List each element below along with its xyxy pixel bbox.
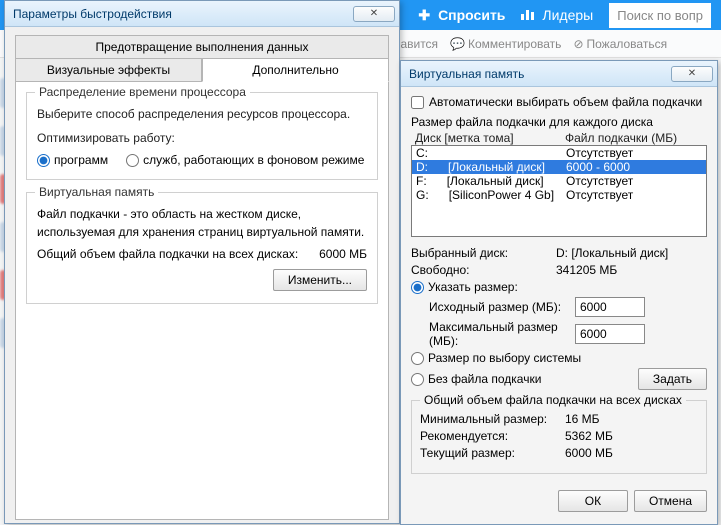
- drive-list[interactable]: C: Отсутствует D: [Локальный диск] 6000 …: [411, 145, 707, 237]
- tab-visual-effects[interactable]: Визуальные эффекты: [15, 59, 202, 82]
- max-size-label: Максимальный размер (МБ):: [411, 320, 569, 348]
- vm-dialog-titlebar: Виртуальная память ✕: [401, 61, 717, 87]
- drive-row[interactable]: C: Отсутствует: [412, 146, 706, 160]
- rec-size-label: Рекомендуется:: [420, 429, 565, 443]
- drive-row[interactable]: F: [Локальный диск] Отсутствует: [412, 174, 706, 188]
- search-input[interactable]: Поиск по вопр: [609, 3, 711, 28]
- vm-group-legend: Виртуальная память: [35, 185, 158, 199]
- bars-icon: [521, 10, 534, 20]
- col-pagefile: Файл подкачки (МБ): [561, 131, 707, 145]
- drive-row[interactable]: D: [Локальный диск] 6000 - 6000: [412, 160, 706, 174]
- total-group: Общий объем файла подкачки на всех диска…: [411, 400, 707, 474]
- radio-custom-size[interactable]: Указать размер:: [411, 280, 518, 294]
- radio-programs[interactable]: программ: [37, 153, 108, 167]
- cpu-scheduling-group: Распределение времени процессора Выберит…: [26, 92, 378, 180]
- free-space-label: Свободно:: [411, 263, 556, 277]
- selected-drive-value: D: [Локальный диск]: [556, 246, 707, 260]
- advanced-panel: Распределение времени процессора Выберит…: [15, 82, 389, 520]
- col-drive: Диск [метка тома]: [411, 131, 561, 145]
- cur-size-value: 6000 МБ: [565, 446, 698, 460]
- ok-button[interactable]: ОК: [558, 490, 628, 512]
- initial-size-label: Исходный размер (МБ):: [411, 300, 569, 314]
- leaders-button[interactable]: Лидеры: [513, 3, 601, 27]
- vm-total-value: 6000 МБ: [319, 247, 367, 261]
- min-size-value: 16 МБ: [565, 412, 698, 426]
- cpu-desc: Выберите способ распределения ресурсов п…: [37, 107, 367, 121]
- cpu-group-legend: Распределение времени процессора: [35, 85, 250, 99]
- virtual-memory-group: Виртуальная память Файл подкачки - это о…: [26, 192, 378, 304]
- tab-dep[interactable]: Предотвращение выполнения данных: [15, 35, 389, 59]
- report-action[interactable]: ⊘ Пожаловаться: [573, 37, 667, 51]
- free-space-value: 341205 МБ: [556, 263, 707, 277]
- radio-services-input[interactable]: [126, 154, 139, 167]
- plus-icon: [418, 7, 434, 24]
- radio-services[interactable]: служб, работающих в фоновом режиме: [126, 153, 364, 167]
- drive-list-header: Диск [метка тома] Файл подкачки (МБ): [411, 131, 707, 145]
- ask-button[interactable]: Спросить: [410, 3, 513, 28]
- cancel-button[interactable]: Отмена: [634, 490, 707, 512]
- radio-system-input[interactable]: [411, 352, 424, 365]
- cur-size-label: Текущий размер:: [420, 446, 565, 460]
- leaders-label: Лидеры: [542, 7, 593, 23]
- optimize-label: Оптимизировать работу:: [37, 131, 367, 145]
- ask-label: Спросить: [438, 7, 505, 23]
- radio-none-input[interactable]: [411, 373, 424, 386]
- vm-close-button[interactable]: ✕: [671, 66, 713, 82]
- comment-action[interactable]: 💬 Комментировать: [450, 37, 561, 51]
- drive-row[interactable]: G: [SiliconPower 4 Gb] Отсутствует: [412, 188, 706, 202]
- close-icon: ✕: [688, 68, 696, 79]
- radio-system-size[interactable]: Размер по выбору системы: [411, 351, 581, 365]
- auto-manage-checkbox[interactable]: [411, 96, 424, 109]
- close-icon: ✕: [370, 8, 378, 19]
- selected-drive-label: Выбранный диск:: [411, 246, 556, 260]
- performance-options-dialog: Параметры быстродействия ✕ Предотвращени…: [4, 0, 400, 524]
- initial-size-input[interactable]: [575, 297, 645, 317]
- radio-no-pagefile[interactable]: Без файла подкачки: [411, 372, 541, 386]
- radio-custom-input[interactable]: [411, 281, 424, 294]
- virtual-memory-dialog: Виртуальная память ✕ Автоматически выбир…: [400, 60, 718, 525]
- rec-size-value: 5362 МБ: [565, 429, 698, 443]
- min-size-label: Минимальный размер:: [420, 412, 565, 426]
- vm-desc-line1: Файл подкачки - это область на жестком д…: [37, 207, 367, 221]
- total-group-legend: Общий объем файла подкачки на всех диска…: [420, 393, 686, 407]
- set-button[interactable]: Задать: [638, 368, 707, 390]
- per-drive-label: Размер файла подкачки для каждого диска: [411, 115, 707, 129]
- vm-desc-line2: используемая для хранения страниц виртуа…: [37, 225, 367, 239]
- max-size-input[interactable]: [575, 324, 645, 344]
- auto-manage-label: Автоматически выбирать объем файла подка…: [429, 95, 702, 109]
- tab-advanced[interactable]: Дополнительно: [202, 59, 389, 82]
- close-button[interactable]: ✕: [353, 6, 395, 22]
- dialog-titlebar: Параметры быстродействия ✕: [5, 1, 399, 27]
- vm-dialog-title: Виртуальная память: [409, 67, 671, 81]
- change-button[interactable]: Изменить...: [273, 269, 367, 291]
- radio-programs-input[interactable]: [37, 154, 50, 167]
- vm-total-label: Общий объем файла подкачки на всех диска…: [37, 247, 319, 261]
- dialog-title: Параметры быстродействия: [13, 7, 353, 21]
